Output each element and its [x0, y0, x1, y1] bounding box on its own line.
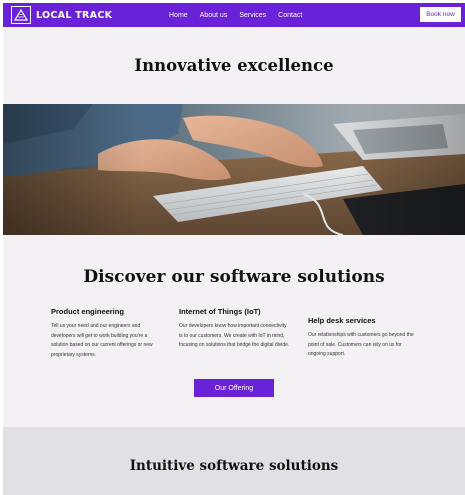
navbar: LOCAL TRACK Home About us Services Conta…: [3, 3, 465, 27]
intuitive-section: Intuitive software solutions: [3, 427, 465, 495]
solution-text: Our developers know how important connec…: [179, 323, 290, 349]
nav-contact[interactable]: Contact: [278, 12, 302, 19]
our-offering-button[interactable]: Our Offering: [194, 379, 274, 397]
hero-title: Innovative excellence: [134, 56, 334, 75]
solution-card-iot: Internet of Things (IoT) Our developers …: [179, 307, 291, 351]
page: LOCAL TRACK Home About us Services Conta…: [3, 3, 465, 495]
nav-home[interactable]: Home: [169, 12, 188, 19]
intuitive-title: Intuitive software solutions: [129, 458, 339, 474]
nav-about-us[interactable]: About us: [200, 12, 228, 19]
solution-card-product-engineering: Product engineering Tell us your need an…: [51, 307, 163, 360]
logo-text: LOCAL TRACK: [36, 9, 113, 21]
solution-title: Product engineering: [51, 307, 124, 316]
hero-image-typing-on-keyboard: [3, 104, 465, 235]
solution-title: Help desk services: [308, 316, 376, 325]
logo-link[interactable]: LOCAL TRACK: [11, 6, 112, 24]
solutions-title: Discover our software solutions: [83, 267, 385, 287]
triangle-logo-icon: [11, 6, 31, 24]
solution-text: Tell us your need and our engineers and …: [51, 323, 153, 358]
nav-services[interactable]: Services: [239, 12, 266, 19]
book-now-button[interactable]: Book now: [420, 7, 461, 22]
main-nav: Home About us Services Contact: [169, 3, 314, 27]
solution-title: Internet of Things (IoT): [179, 307, 261, 316]
solution-text: Our relationships with customers go beyo…: [308, 332, 414, 358]
solution-card-help-desk: Help desk services Our relationships wit…: [308, 316, 420, 360]
